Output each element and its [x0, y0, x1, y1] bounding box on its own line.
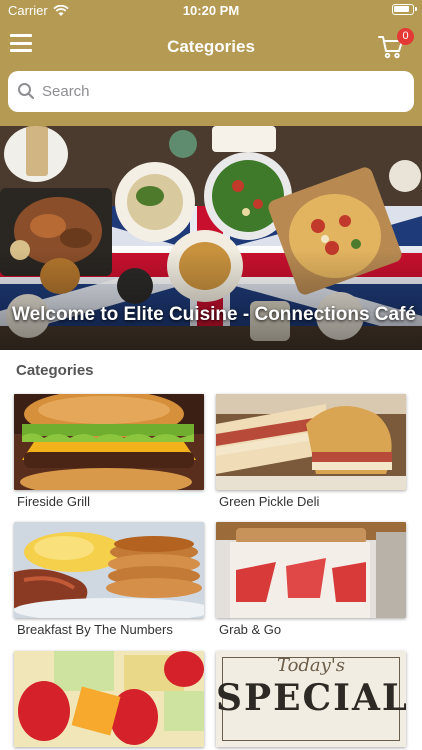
- hero-caption: Welcome to Elite Cuisine - Connections C…: [12, 304, 416, 325]
- hero-banner[interactable]: Welcome to Elite Cuisine - Connections C…: [0, 126, 422, 350]
- categories-section-title: Categories: [16, 362, 94, 379]
- category-label-fireside-grill: Fireside Grill: [17, 494, 90, 509]
- category-tile-todays-special[interactable]: Today's SPECIAL: [216, 651, 406, 747]
- page-title: Categories: [167, 37, 255, 56]
- category-tile-green-pickle-deli[interactable]: [216, 394, 406, 490]
- parfait-image: [216, 522, 406, 618]
- search-bar: [8, 71, 414, 112]
- sandwich-image: [216, 394, 406, 490]
- special-card-word: SPECIAL: [216, 677, 406, 719]
- search-icon: [18, 83, 35, 100]
- cart-count-badge: 0: [397, 28, 414, 45]
- category-tile-grab-and-go[interactable]: [216, 522, 406, 618]
- nav-bar: Categories 0: [0, 26, 422, 66]
- app-header: Carrier 10:20 PM Categories 0: [0, 0, 422, 126]
- fruit-image: [14, 651, 204, 747]
- category-label-green-pickle-deli: Green Pickle Deli: [219, 494, 320, 509]
- status-right: [392, 4, 417, 15]
- special-card-background: Today's SPECIAL: [216, 651, 406, 747]
- status-bar: Carrier 10:20 PM: [0, 0, 422, 22]
- cart-button[interactable]: 0: [378, 28, 414, 60]
- breakfast-image: [14, 522, 204, 618]
- special-card-script-text: Today's: [276, 655, 346, 676]
- search-input[interactable]: [42, 71, 402, 112]
- burger-image: [14, 394, 204, 490]
- category-tile-fireside-grill[interactable]: [14, 394, 204, 490]
- battery-icon: [392, 4, 417, 15]
- category-label-breakfast-by-the-numbers: Breakfast By The Numbers: [17, 622, 173, 637]
- category-label-grab-and-go: Grab & Go: [219, 622, 282, 637]
- status-time: 10:20 PM: [182, 3, 240, 18]
- category-tile-breakfast-by-the-numbers[interactable]: [14, 522, 204, 618]
- category-tile-fruit[interactable]: [14, 651, 204, 747]
